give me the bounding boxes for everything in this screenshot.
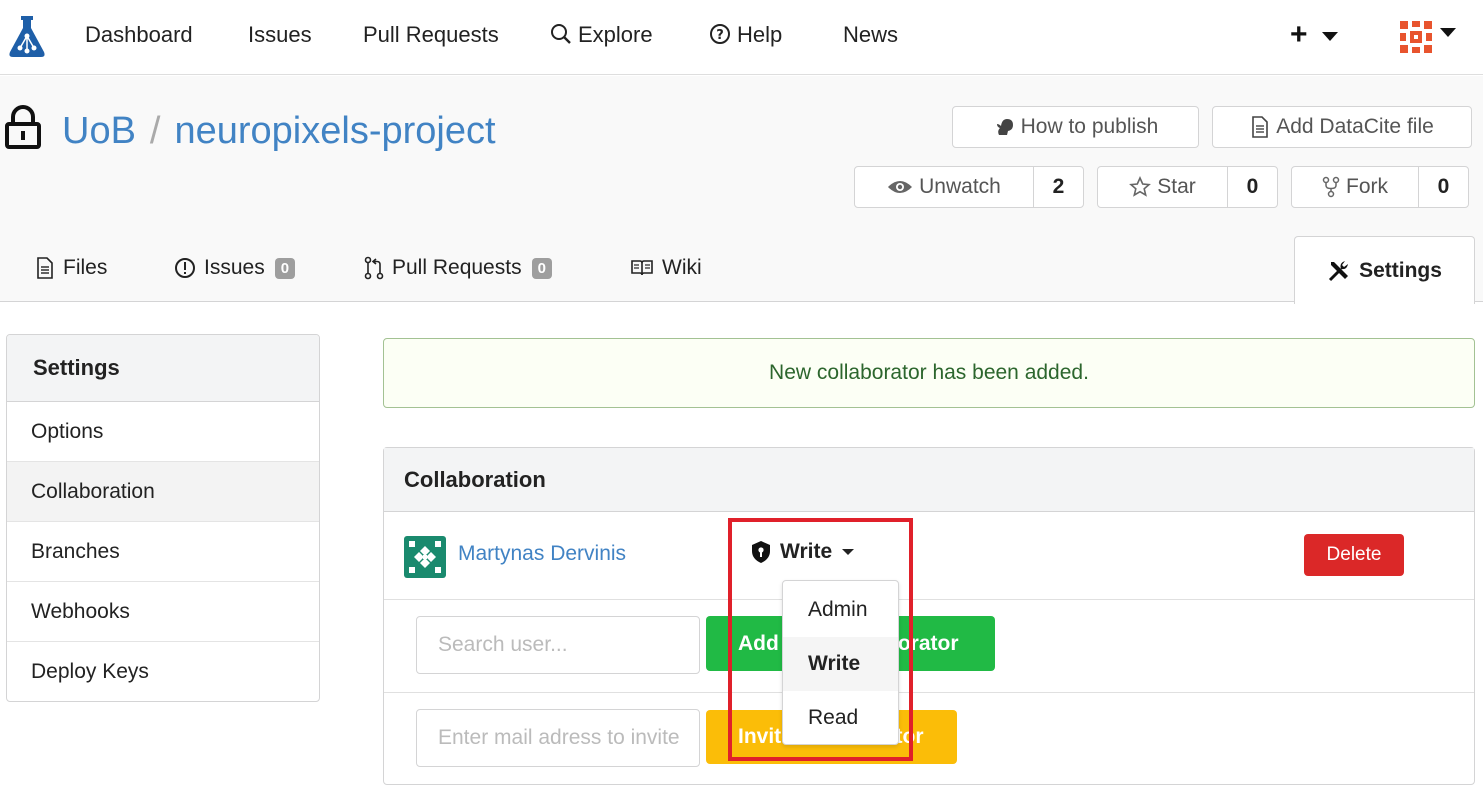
permission-option-read[interactable]: Read bbox=[783, 691, 898, 745]
question-circle-icon: ? bbox=[710, 24, 730, 44]
file-text-icon bbox=[1252, 116, 1269, 138]
how-to-publish-button[interactable]: How to publish bbox=[952, 106, 1199, 148]
tools-icon bbox=[1329, 260, 1349, 281]
sidebar-item-deploy-keys[interactable]: Deploy Keys bbox=[7, 642, 319, 701]
tab-issues-label: Issues bbox=[204, 256, 265, 279]
star-button[interactable]: Star bbox=[1097, 166, 1228, 208]
unwatch-button[interactable]: Unwatch bbox=[854, 166, 1034, 208]
star-icon bbox=[1129, 176, 1152, 197]
gin-logo-icon[interactable] bbox=[8, 14, 46, 58]
permission-option-admin[interactable]: Admin bbox=[783, 583, 898, 637]
issues-count-badge: 0 bbox=[274, 257, 296, 279]
delete-button[interactable]: Delete bbox=[1304, 534, 1404, 576]
sidebar-item-webhooks[interactable]: Webhooks bbox=[7, 582, 319, 642]
success-message: New collaborator has been added. bbox=[383, 338, 1475, 408]
user-avatar-icon bbox=[1396, 17, 1436, 57]
caret-down-icon bbox=[1440, 28, 1456, 37]
collaboration-panel: Collaboration Martynas Dervinis Write De… bbox=[383, 447, 1475, 785]
nav-news[interactable]: News bbox=[843, 22, 898, 48]
caret-down-icon bbox=[1321, 31, 1338, 41]
how-to-publish-label: How to publish bbox=[1020, 115, 1159, 138]
unwatch-label: Unwatch bbox=[919, 175, 1001, 198]
eye-icon bbox=[888, 181, 913, 193]
nav-explore[interactable]: Explore bbox=[550, 22, 653, 48]
star-label: Star bbox=[1157, 175, 1196, 198]
svg-text:?: ? bbox=[716, 28, 724, 43]
issue-opened-icon bbox=[175, 258, 195, 278]
collaborator-name-link[interactable]: Martynas Dervinis bbox=[458, 542, 626, 566]
watch-count[interactable]: 2 bbox=[1033, 166, 1084, 208]
tab-settings[interactable]: Settings bbox=[1294, 236, 1475, 304]
sidebar-item-branches[interactable]: Branches bbox=[7, 522, 319, 582]
fork-button[interactable]: Fork bbox=[1291, 166, 1419, 208]
nav-help[interactable]: ? Help bbox=[709, 22, 782, 48]
nav-issues[interactable]: Issues bbox=[248, 22, 312, 48]
fork-label: Fork bbox=[1346, 175, 1388, 198]
pulls-count-badge: 0 bbox=[531, 257, 552, 279]
email-field[interactable]: Enter mail adress to invite bbox=[416, 709, 700, 767]
collaborator-row: Martynas Dervinis Write Delete bbox=[384, 512, 1474, 600]
tab-files-label: Files bbox=[63, 256, 108, 279]
tab-wiki-label: Wiki bbox=[662, 256, 702, 279]
permission-dropdown[interactable]: Write bbox=[750, 540, 855, 564]
tab-files[interactable]: Files bbox=[35, 256, 107, 280]
user-menu[interactable] bbox=[1396, 17, 1456, 63]
tab-pull-requests-label: Pull Requests bbox=[392, 256, 522, 279]
repo-owner-link[interactable]: UoB bbox=[62, 110, 136, 152]
nav-help-label: Help bbox=[737, 22, 783, 47]
add-collaborator-row: Search user... Add New Collaborator bbox=[384, 600, 1474, 693]
sidebar-item-collaboration[interactable]: Collaboration bbox=[7, 462, 319, 522]
settings-sidebar: Settings Options Collaboration Branches … bbox=[6, 334, 320, 702]
tab-wiki[interactable]: Wiki bbox=[630, 256, 702, 280]
caret-down-icon bbox=[842, 549, 855, 555]
file-text-icon bbox=[37, 257, 53, 279]
add-datacite-label: Add DataCite file bbox=[1276, 115, 1434, 138]
search-icon bbox=[551, 24, 571, 44]
tab-issues[interactable]: Issues 0 bbox=[174, 256, 296, 280]
sidebar-title: Settings bbox=[7, 335, 319, 402]
repo-name-link[interactable]: neuropixels-project bbox=[174, 110, 495, 152]
lock-icon bbox=[4, 105, 42, 155]
nav-pull-requests[interactable]: Pull Requests bbox=[363, 22, 499, 48]
plus-icon: + bbox=[1290, 18, 1308, 51]
star-count[interactable]: 0 bbox=[1227, 166, 1278, 208]
tab-pull-requests[interactable]: Pull Requests 0 bbox=[364, 256, 552, 280]
create-new-menu[interactable]: + bbox=[1290, 18, 1338, 52]
add-datacite-button[interactable]: Add DataCite file bbox=[1212, 106, 1472, 148]
avatar bbox=[404, 536, 446, 578]
permission-option-write[interactable]: Write bbox=[783, 637, 898, 691]
collaboration-title: Collaboration bbox=[384, 448, 1474, 512]
search-user-input[interactable]: Search user... bbox=[416, 616, 700, 674]
nav-dashboard[interactable]: Dashboard bbox=[85, 22, 193, 48]
fork-count[interactable]: 0 bbox=[1418, 166, 1469, 208]
permission-label: Write bbox=[780, 540, 833, 563]
book-icon bbox=[631, 260, 653, 276]
squirrel-icon bbox=[996, 119, 1013, 135]
repo-separator: / bbox=[149, 110, 161, 152]
top-navbar: Dashboard Issues Pull Requests Explore ?… bbox=[0, 0, 1483, 75]
nav-explore-label: Explore bbox=[578, 22, 653, 47]
sidebar-item-options[interactable]: Options bbox=[7, 402, 319, 462]
repo-title: UoB / neuropixels-project bbox=[62, 110, 496, 153]
tab-settings-label: Settings bbox=[1359, 258, 1442, 282]
shield-lock-icon bbox=[752, 541, 770, 563]
fork-icon bbox=[1322, 176, 1340, 198]
pull-request-icon bbox=[364, 256, 384, 280]
invite-row: Enter mail adress to invite Invite Colla… bbox=[384, 693, 1474, 785]
permission-menu: Admin Write Read bbox=[782, 580, 899, 745]
